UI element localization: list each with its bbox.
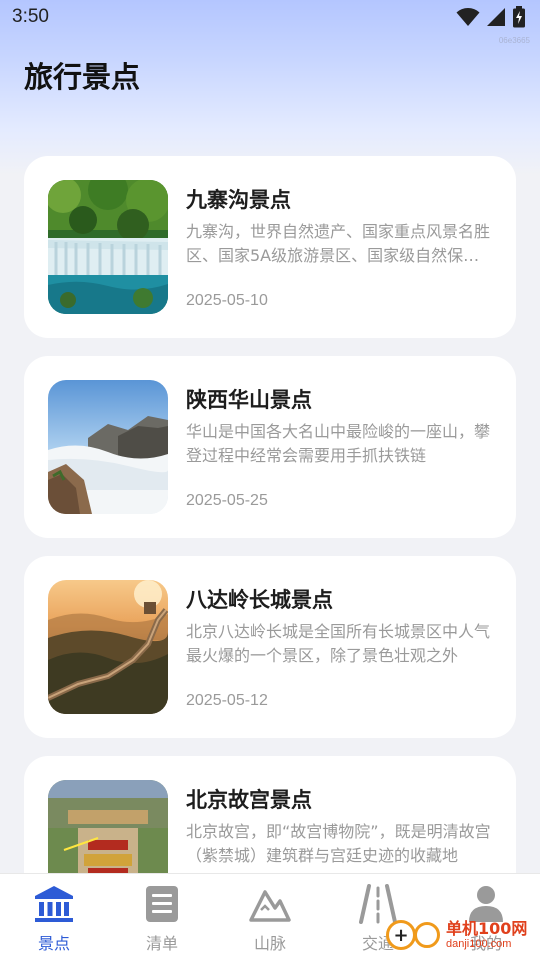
tab-mountains[interactable]: 山脉 bbox=[216, 874, 324, 960]
attraction-title: 北京故宫景点 bbox=[186, 788, 312, 812]
wifi-icon bbox=[456, 8, 480, 26]
mountain-icon bbox=[249, 890, 291, 922]
attraction-title: 陕西华山景点 bbox=[186, 388, 312, 412]
circle-icon bbox=[414, 922, 440, 948]
watermark-code: 06e3665 bbox=[498, 36, 530, 45]
attraction-card[interactable]: 陕西华山景点 华山是中国各大名山中最险峻的一座山，攀登过程中经常会需要用手抓扶铁… bbox=[24, 356, 516, 538]
tab-label: 清单 bbox=[145, 934, 178, 953]
attraction-image-mountain bbox=[48, 380, 168, 514]
page-title: 旅行景点 bbox=[24, 60, 141, 94]
attraction-date: 2025-05-25 bbox=[186, 492, 268, 509]
battery-icon bbox=[513, 6, 525, 28]
attraction-description: 九寨沟，世界自然遗产、国家重点风景名胜区、国家5A级旅游景区、国家级自然保护区 bbox=[186, 222, 491, 265]
attraction-card[interactable]: 八达岭长城景点 北京八达岭长城是全国所有长城景区中人气最火爆的一个景区，除了景色… bbox=[24, 556, 516, 738]
signal-icon bbox=[487, 8, 505, 26]
attraction-image-great-wall bbox=[48, 580, 168, 714]
attraction-list[interactable]: 九寨沟景点 九寨沟，世界自然遗产、国家重点风景名胜区、国家5A级旅游景区、国家级… bbox=[24, 156, 516, 873]
logo-name: 单机100网 bbox=[446, 918, 528, 938]
watermark-logo: + 单机100网 danji100.com bbox=[386, 912, 534, 958]
attraction-description: 华山是中国各大名山中最险峻的一座山，攀登过程中经常会需要用手抓扶铁链 bbox=[186, 422, 491, 465]
logo-url: danji100.com bbox=[446, 937, 512, 950]
attraction-title: 八达岭长城景点 bbox=[186, 588, 333, 612]
tab-list[interactable]: 清单 bbox=[108, 874, 216, 960]
tab-label: 山脉 bbox=[253, 934, 286, 953]
attraction-card[interactable]: 北京故宫景点 北京故宫，即“故宫博物院”，既是明清故宫（紫禁城）建筑群与宫廷史迹… bbox=[24, 756, 516, 873]
attraction-date: 2025-05-10 bbox=[186, 292, 268, 309]
attraction-description: 北京故宫，即“故宫博物院”，既是明清故宫（紫禁城）建筑群与宫廷史迹的收藏地 bbox=[186, 822, 491, 865]
attraction-title: 九寨沟景点 bbox=[186, 188, 291, 212]
status-bar: 3:50 bbox=[0, 0, 540, 36]
attraction-date: 2025-05-12 bbox=[186, 692, 268, 709]
attraction-card[interactable]: 九寨沟景点 九寨沟，世界自然遗产、国家重点风景名胜区、国家5A级旅游景区、国家级… bbox=[24, 156, 516, 338]
tab-attractions[interactable]: 景点 bbox=[0, 874, 108, 960]
list-icon bbox=[146, 886, 178, 922]
status-icons bbox=[456, 6, 526, 28]
tab-label: 景点 bbox=[37, 934, 70, 953]
landmark-icon bbox=[35, 886, 73, 922]
attraction-description: 北京八达岭长城是全国所有长城景区中人气最火爆的一个景区，除了景色壮观之外 bbox=[186, 622, 491, 665]
attraction-image-waterfall bbox=[48, 180, 168, 314]
plus-icon: + bbox=[386, 920, 416, 950]
status-time: 3:50 bbox=[12, 6, 49, 27]
attraction-image-forbidden-city bbox=[48, 780, 168, 873]
